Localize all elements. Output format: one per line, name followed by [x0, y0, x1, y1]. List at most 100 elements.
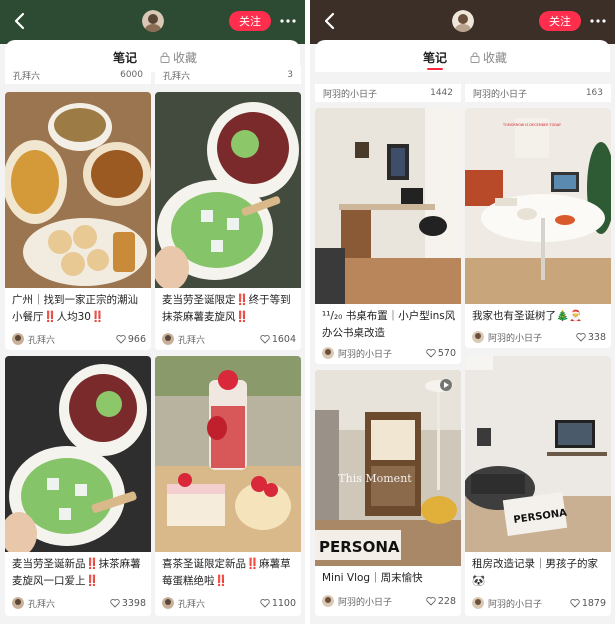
note-meta: 阿羽的小日子 228 [322, 594, 456, 608]
note-author: 孔拜六 [178, 335, 206, 346]
note-meta: 孔拜六 1100 [162, 596, 296, 610]
note-title: Mini Vlog｜周末愉快 [322, 572, 423, 584]
note-author: 阿羽的小日子 [323, 89, 378, 100]
heart-icon [260, 599, 270, 608]
note-meta: 孔拜六 966 [12, 332, 146, 346]
like-button[interactable]: 228 [426, 596, 456, 607]
list-item[interactable]: 阿羽的小日子 163 [465, 84, 611, 102]
previous-row: 孔拜六 6000 孔拜六 3 [5, 66, 301, 84]
heart-icon [260, 335, 270, 344]
list-item[interactable]: 阿羽的小日子 1442 [315, 84, 461, 102]
note-author: 孔拜六 [28, 599, 56, 610]
heart-icon [426, 349, 436, 358]
back-icon[interactable] [320, 10, 340, 32]
more-icon[interactable] [589, 12, 607, 30]
like-count: 1879 [581, 597, 606, 609]
like-count: 966 [127, 333, 146, 345]
like-count: 1442 [430, 88, 453, 98]
tab-favorites[interactable]: 收藏 [160, 49, 197, 66]
list-item[interactable]: 孔拜六 6000 [5, 66, 151, 84]
right-profile-panel: 关注 笔记 收藏 阿羽的小日子 1442 阿羽的小日子 163 ¹¹/₂₀ 书桌… [310, 0, 615, 624]
note-title: 广州｜找到一家正宗的潮汕小餐厅‼️人均30‼️ [12, 294, 138, 323]
heart-icon [576, 333, 586, 342]
note-cover-image [5, 356, 151, 552]
note-title: 我家也有圣诞树了🎄🎅 [472, 310, 583, 322]
like-button[interactable]: 966 [116, 334, 146, 345]
more-icon[interactable] [279, 12, 297, 30]
previous-row: 阿羽的小日子 1442 阿羽的小日子 163 [315, 84, 611, 102]
lock-icon [470, 52, 480, 63]
like-count: 3 [287, 70, 293, 80]
note-card[interactable]: TOMORROW IS DECEMBER TODAY 我家也有圣诞树了🎄🎅 阿羽… [465, 108, 611, 348]
author-avatar [162, 333, 174, 345]
content-tabs: 笔记 收藏 [315, 40, 610, 72]
note-author: 孔拜六 [13, 71, 41, 82]
note-cover-image [155, 92, 301, 288]
list-item[interactable]: 孔拜六 3 [155, 66, 301, 84]
note-meta: 孔拜六 3398 [12, 596, 146, 610]
note-card[interactable]: 喜茶圣诞限定新品‼️麻薯草莓蛋糕绝啦‼️ 孔拜六 1100 [155, 356, 301, 616]
author-avatar [322, 595, 334, 607]
note-author: 阿羽的小日子 [488, 333, 543, 344]
tab-notes-label: 笔记 [113, 51, 138, 65]
note-author: 孔拜六 [163, 71, 191, 82]
like-button[interactable]: 1879 [570, 598, 606, 609]
note-author: 孔拜六 [178, 599, 206, 610]
tab-notes-label: 笔记 [423, 51, 448, 65]
like-count: 228 [437, 595, 456, 607]
tab-notes[interactable]: 笔记 [423, 49, 448, 70]
note-card[interactable]: 广州｜找到一家正宗的潮汕小餐厅‼️人均30‼️ 孔拜六 966 [5, 92, 151, 350]
like-button[interactable]: 338 [576, 332, 606, 343]
like-count: 6000 [120, 70, 143, 80]
like-count: 1604 [271, 333, 296, 345]
note-meta: 阿羽的小日子 570 [322, 346, 456, 360]
like-count: 570 [437, 347, 456, 359]
note-card[interactable]: PERSONA 租房改造记录｜男孩子的家🐼 阿羽的小日子 1879 [465, 356, 611, 616]
note-title: 喜茶圣诞限定新品‼️麻薯草莓蛋糕绝啦‼️ [162, 558, 291, 587]
avatar[interactable] [452, 10, 474, 32]
heart-icon [570, 599, 580, 608]
note-title: 麦当劳圣诞新品‼️抹茶麻薯麦旋风一口爱上‼️ [12, 558, 141, 587]
back-icon[interactable] [10, 10, 30, 32]
note-title: 租房改造记录｜男孩子的家🐼 [472, 558, 598, 587]
heart-icon [426, 597, 436, 606]
tab-notes[interactable]: 笔记 [113, 49, 138, 70]
author-avatar [12, 597, 24, 609]
note-meta: 孔拜六 1604 [162, 332, 296, 346]
tab-favorites-label: 收藏 [173, 51, 198, 65]
note-title: ¹¹/₂₀ 书桌布置｜小户型ins风办公书桌改造 [322, 310, 456, 339]
note-cover-image: TOMORROW IS DECEMBER TODAY [465, 108, 611, 304]
note-cover-image [315, 108, 461, 304]
note-author: 阿羽的小日子 [338, 349, 393, 360]
like-button[interactable]: 3398 [110, 598, 146, 609]
tab-favorites[interactable]: 收藏 [470, 49, 507, 66]
note-card[interactable]: 麦当劳圣诞限定‼️终于等到抹茶麻薯麦旋风‼️ 孔拜六 1604 [155, 92, 301, 350]
note-meta: 阿羽的小日子 338 [472, 330, 606, 344]
lock-icon [160, 52, 170, 63]
note-author: 阿羽的小日子 [473, 89, 528, 100]
profile-header: 关注 [310, 0, 615, 44]
like-button[interactable]: 1100 [260, 598, 296, 609]
note-author: 阿羽的小日子 [488, 599, 543, 610]
note-title: 麦当劳圣诞限定‼️终于等到抹茶麻薯麦旋风‼️ [162, 294, 291, 323]
like-count: 3398 [121, 597, 146, 609]
note-card[interactable]: 麦当劳圣诞新品‼️抹茶麻薯麦旋风一口爱上‼️ 孔拜六 3398 [5, 356, 151, 616]
moment-text: This Moment [338, 472, 412, 485]
note-author: 孔拜六 [28, 335, 56, 346]
author-avatar [472, 597, 484, 609]
profile-header: 关注 [0, 0, 305, 44]
note-cover-image [5, 92, 151, 288]
like-button[interactable]: 570 [426, 348, 456, 359]
like-button[interactable]: 1604 [260, 334, 296, 345]
follow-button[interactable]: 关注 [539, 11, 581, 31]
author-avatar [162, 597, 174, 609]
heart-icon [110, 599, 120, 608]
avatar[interactable] [142, 10, 164, 32]
calendar-text: TOMORROW IS DECEMBER TODAY [502, 123, 562, 127]
follow-button[interactable]: 关注 [229, 11, 271, 31]
note-card[interactable]: This Moment PERSONA Mini Vlog｜周末愉快 阿羽的小日… [315, 370, 461, 616]
note-cover-image: This Moment PERSONA [315, 370, 461, 566]
note-cover-image: PERSONA [465, 356, 611, 552]
note-cover-image [155, 356, 301, 552]
note-card[interactable]: ¹¹/₂₀ 书桌布置｜小户型ins风办公书桌改造 阿羽的小日子 570 [315, 108, 461, 364]
